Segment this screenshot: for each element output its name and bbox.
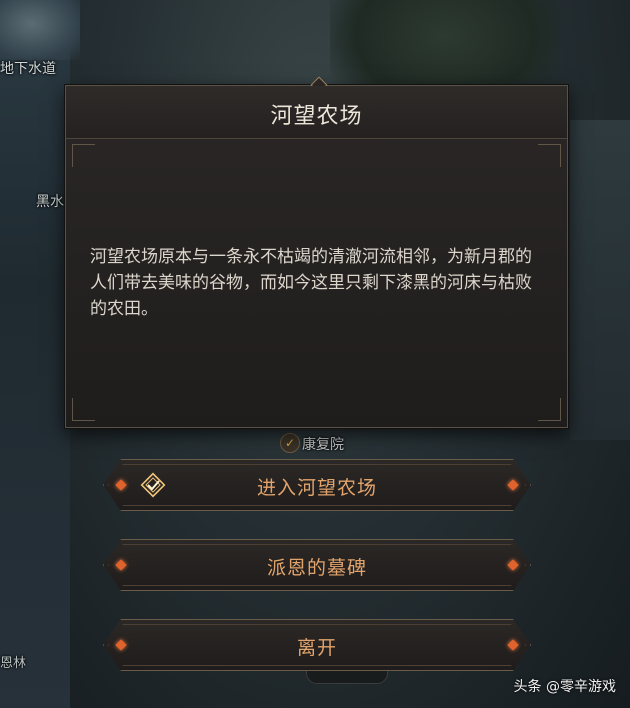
check-icon: ✓ [280, 433, 300, 453]
map-label-hospital[interactable]: 康复院 [302, 434, 344, 454]
map-terrain-rock [0, 0, 80, 60]
choice-label: 离开 [296, 637, 337, 659]
corner-ornament-icon [72, 144, 95, 167]
map-label-black-water[interactable]: 黑水 [36, 191, 64, 211]
location-dialog: 河望农场 河望农场原本与一条永不枯竭的清澈河流相邻，为新月郡的人们带去美味的谷物… [65, 76, 568, 428]
choice-label: 派恩的墓碑 [266, 557, 367, 579]
map-background-left [0, 0, 70, 708]
watermark: 头条 @零辛游戏 [513, 679, 616, 695]
choice-label: 进入河望农场 [256, 477, 377, 499]
map-background-right [570, 120, 630, 440]
choice-enter-farm-button[interactable]: 进入河望农场 [103, 459, 531, 511]
corner-ornament-icon [538, 398, 561, 421]
corner-ornament-icon [72, 398, 95, 421]
dialog-description: 河望农场原本与一条永不枯竭的清澈河流相邻，为新月郡的人们带去美味的谷物，而如今这… [90, 247, 532, 319]
corner-ornament-icon [538, 144, 561, 167]
dialog-header: 河望农场 [66, 86, 567, 139]
dialog-title: 河望农场 [270, 104, 363, 129]
choice-pain-tombstone-button[interactable]: 派恩的墓碑 [103, 539, 531, 591]
map-label-sewer[interactable]: 地下水道 [0, 58, 56, 78]
choice-leave-button[interactable]: 离开 [103, 619, 531, 671]
map-label-forest[interactable]: 恩林 [0, 652, 26, 671]
